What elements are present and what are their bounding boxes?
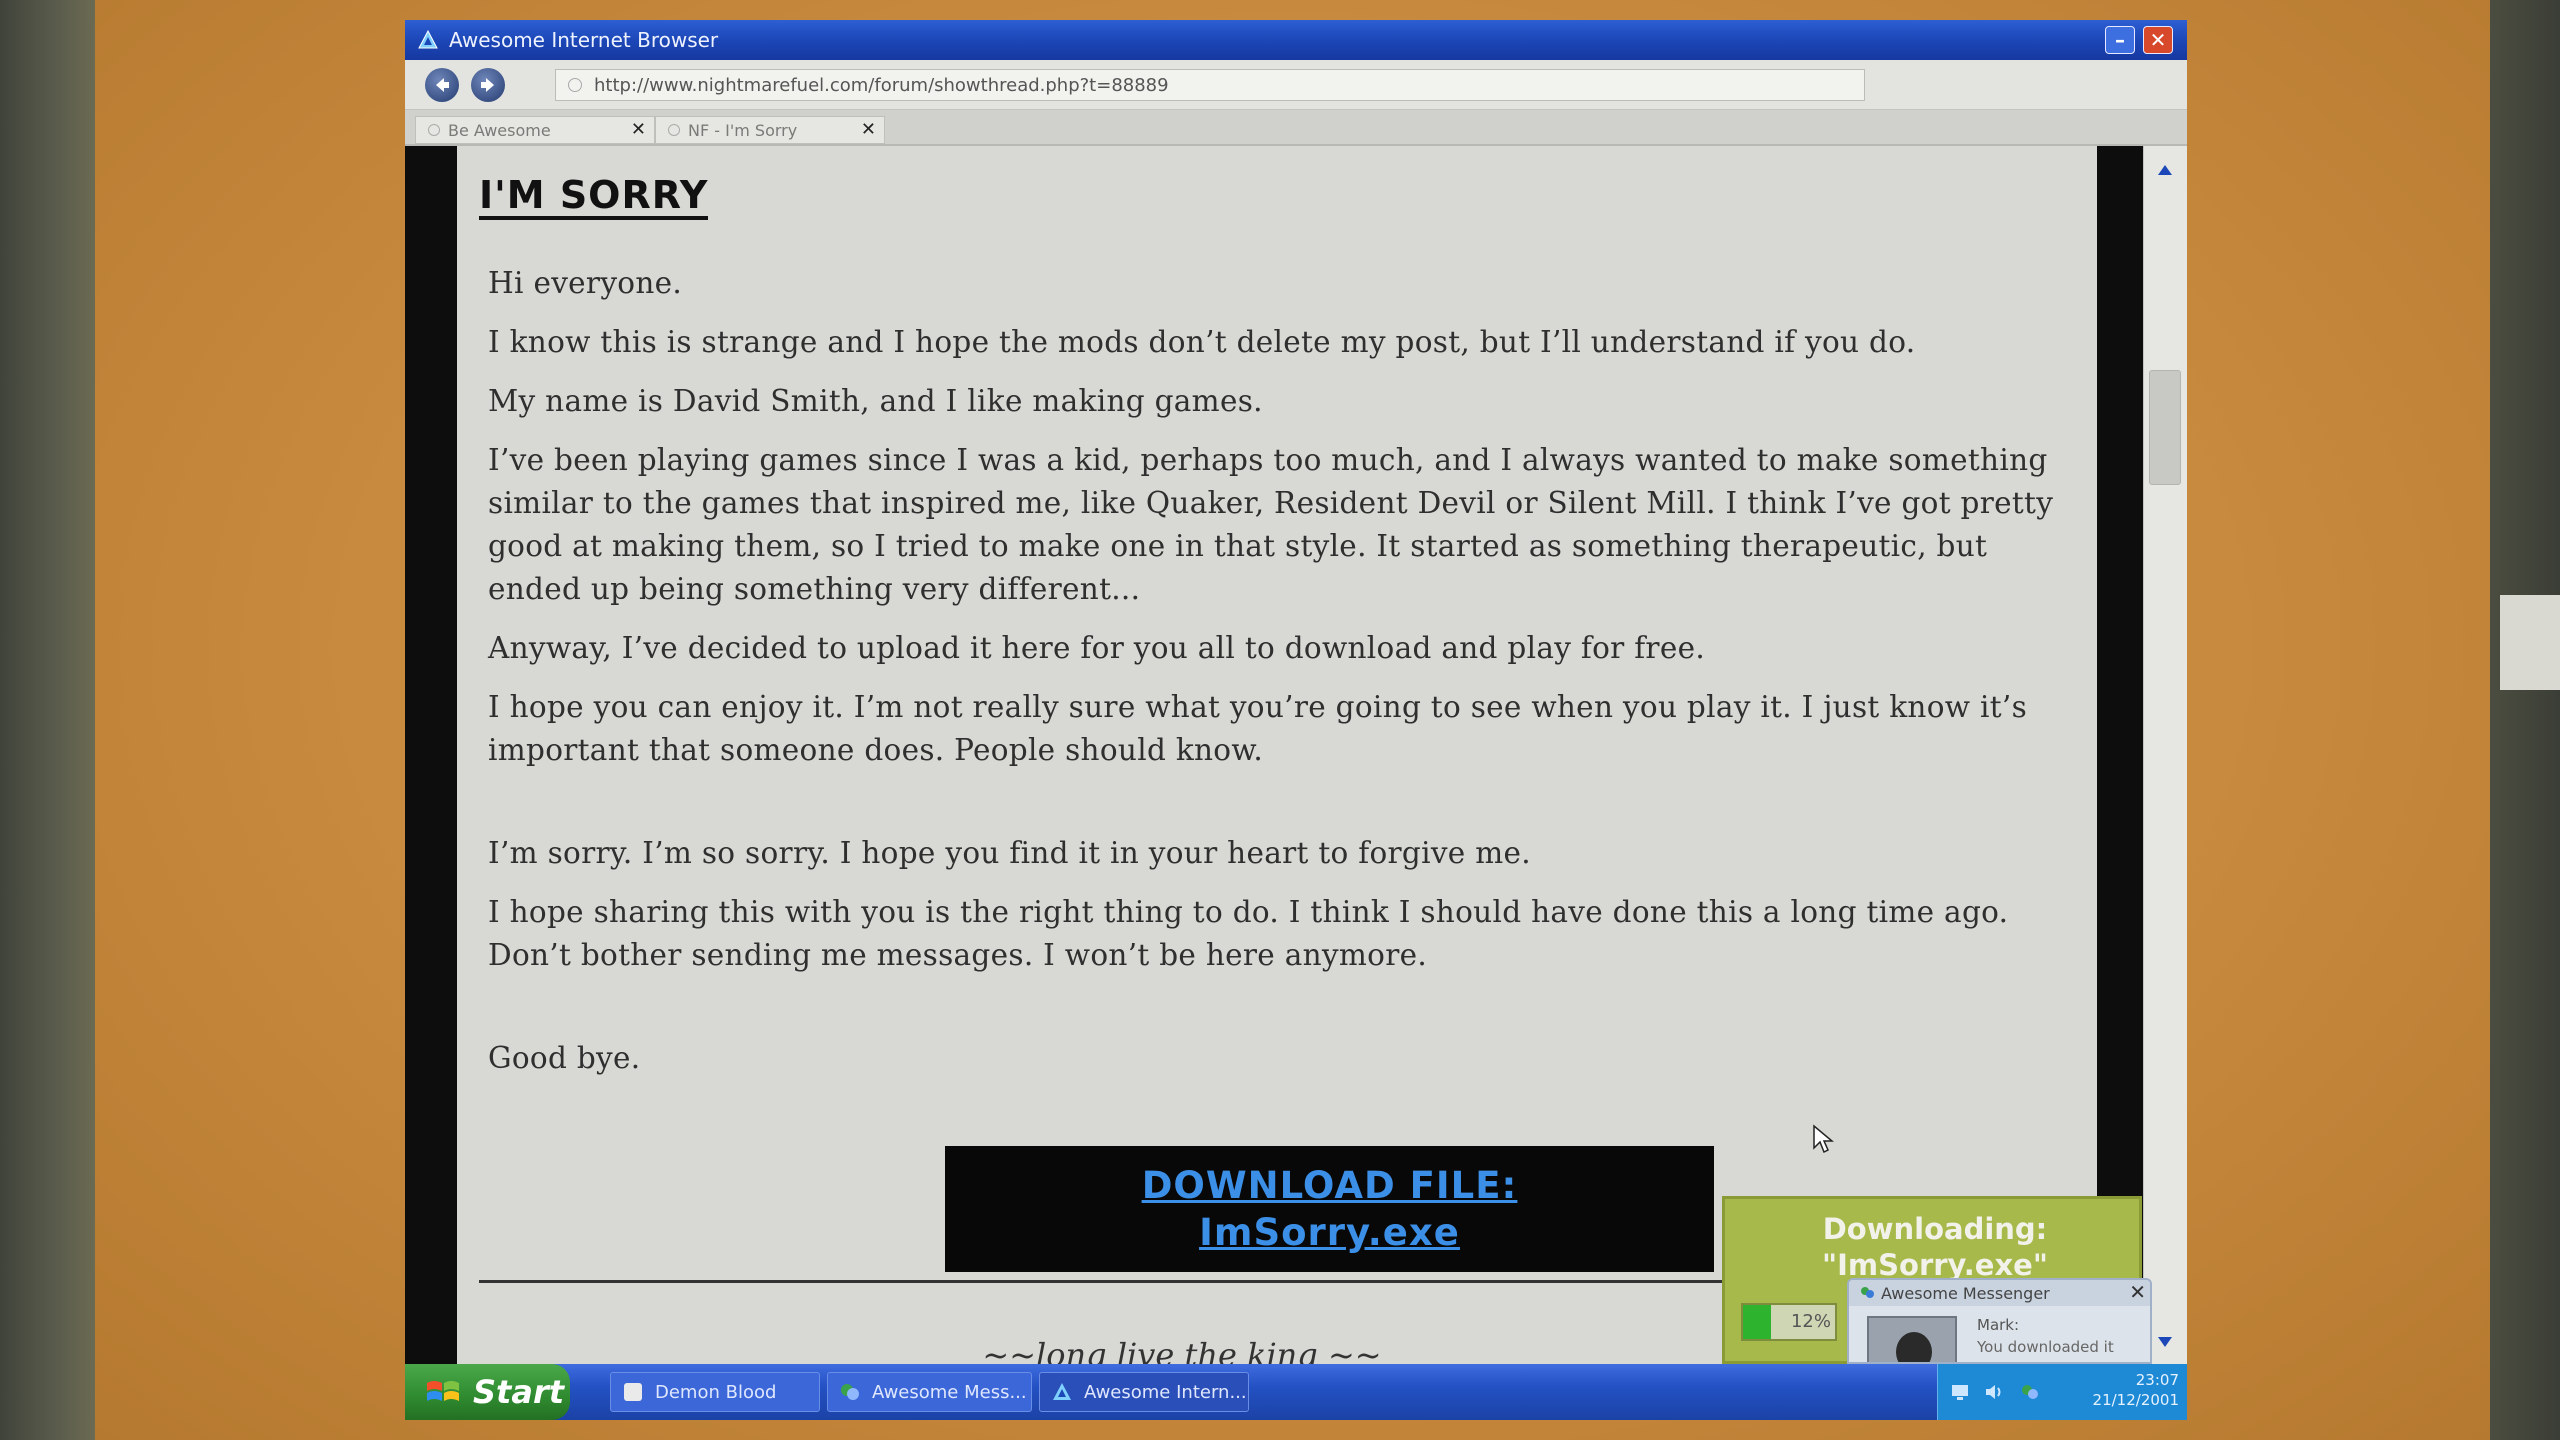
- download-label: DOWNLOAD FILE:: [1141, 1164, 1518, 1207]
- tab-favicon-icon: [668, 124, 680, 136]
- network-icon[interactable]: [1948, 1380, 1972, 1404]
- tab-close-icon[interactable]: ✕: [861, 119, 876, 140]
- download-status: Downloading: "ImSorry.exe": [1725, 1211, 2145, 1283]
- browser-toolbar: http://www.nightmarefuel.com/forum/showt…: [405, 60, 2187, 110]
- download-percent: 12%: [1790, 1311, 1831, 1332]
- clock-date: 21/12/2001: [2092, 1391, 2179, 1409]
- browser-logo-icon: [417, 29, 439, 51]
- scrollbar-thumb[interactable]: [2149, 370, 2181, 485]
- post-paragraph: I’ve been playing games since I was a ki…: [488, 443, 2054, 606]
- monitor-screen: Awesome Internet Browser – ✕ http://www.…: [405, 20, 2187, 1420]
- download-file-link[interactable]: DOWNLOAD FILE: ImSorry.exe: [945, 1146, 1714, 1272]
- browser-logo-icon: [1050, 1380, 1074, 1404]
- browser-titlebar[interactable]: Awesome Internet Browser – ✕: [405, 20, 2187, 60]
- taskbar-item-demon-blood[interactable]: Demon Blood: [610, 1372, 820, 1412]
- taskbar-item-label: Awesome Mess...: [872, 1381, 1027, 1403]
- messenger-preview: You downloaded it: [1977, 1338, 2114, 1356]
- mouse-cursor-icon: [1813, 1124, 1834, 1154]
- taskbar-clock[interactable]: 23:07 21/12/2001: [2093, 1370, 2179, 1410]
- start-label: Start: [473, 1373, 565, 1411]
- start-button[interactable]: Start: [405, 1364, 570, 1420]
- post-paragraph: Hi everyone.: [488, 266, 683, 300]
- forward-button[interactable]: [471, 68, 505, 102]
- page-icon: [568, 78, 582, 92]
- taskbar-item-label: Demon Blood: [655, 1381, 777, 1403]
- tab-be-awesome[interactable]: Be Awesome ✕: [415, 116, 655, 144]
- post-body: Hi everyone. I know this is strange and …: [488, 262, 2068, 1096]
- game-window-icon: [621, 1380, 645, 1404]
- arrow-right-icon: [481, 78, 494, 92]
- room-window-light: [2500, 595, 2560, 690]
- messenger-header: Awesome Messenger ✕: [1849, 1280, 2150, 1306]
- vertical-scrollbar[interactable]: [2143, 146, 2187, 1364]
- volume-icon[interactable]: [1982, 1380, 2006, 1404]
- messenger-icon: [1859, 1285, 1875, 1301]
- post-paragraph: I hope you can enjoy it. I’m not really …: [488, 690, 2028, 767]
- close-window-button[interactable]: ✕: [2143, 26, 2173, 54]
- post-paragraph: Anyway, I’ve decided to upload it here f…: [488, 631, 1706, 665]
- close-icon: ✕: [2149, 28, 2167, 52]
- browser-window: Awesome Internet Browser – ✕ http://www.…: [405, 20, 2187, 1364]
- post-paragraph: Good bye.: [488, 1041, 641, 1075]
- triangle-down-icon: [2158, 1337, 2172, 1347]
- arrow-left-icon: [436, 78, 449, 92]
- taskbar-item-label: Awesome Intern...: [1084, 1381, 1247, 1403]
- room-wall-left: [0, 0, 95, 1440]
- browser-title: Awesome Internet Browser: [449, 28, 719, 52]
- post-paragraph: I know this is strange and I hope the mo…: [488, 325, 1916, 359]
- tab-label: NF - I'm Sorry: [688, 120, 798, 140]
- scroll-up-button[interactable]: [2153, 158, 2177, 182]
- messenger-close-icon[interactable]: ✕: [2129, 1280, 2146, 1304]
- download-progress-fill: [1743, 1305, 1771, 1339]
- room-wall-right: [2490, 0, 2560, 1440]
- back-button[interactable]: [425, 68, 459, 102]
- post-signature: ~~long live the king ~~: [982, 1336, 1382, 1364]
- forum-post-page: I'M SORRY Hi everyone. I know this is st…: [457, 146, 2097, 1364]
- page-margin-left: [405, 146, 457, 1364]
- clock-time: 23:07: [2135, 1371, 2179, 1389]
- download-filename: ImSorry.exe: [1199, 1211, 1460, 1254]
- system-tray: 23:07 21/12/2001: [1937, 1364, 2187, 1420]
- download-status-label: Downloading:: [1822, 1212, 2048, 1246]
- tab-favicon-icon: [428, 124, 440, 136]
- avatar: [1867, 1316, 1957, 1362]
- download-progress-bar: 12%: [1741, 1303, 1837, 1341]
- messenger-icon[interactable]: [2018, 1380, 2042, 1404]
- minimize-icon: –: [2115, 28, 2125, 52]
- windows-flag-icon: [427, 1381, 459, 1401]
- taskbar-item-messenger[interactable]: Awesome Mess...: [827, 1372, 1032, 1412]
- tab-nf-im-sorry[interactable]: NF - I'm Sorry ✕: [655, 116, 885, 144]
- page-margin-right: [2097, 146, 2143, 1364]
- messenger-sender: Mark:: [1977, 1316, 2020, 1334]
- post-paragraph: I’m sorry. I’m so sorry. I hope you find…: [488, 836, 1531, 870]
- messenger-notification[interactable]: Awesome Messenger ✕ Mark: You downloaded…: [1847, 1278, 2152, 1364]
- scroll-down-button[interactable]: [2153, 1330, 2177, 1354]
- taskbar: Start Demon Blood Awesome Mess... Awesom…: [405, 1364, 2187, 1420]
- tab-close-icon[interactable]: ✕: [631, 119, 646, 140]
- messenger-icon: [838, 1380, 862, 1404]
- triangle-up-icon: [2158, 165, 2172, 175]
- post-paragraph: I hope sharing this with you is the righ…: [488, 895, 2009, 972]
- address-bar[interactable]: http://www.nightmarefuel.com/forum/showt…: [555, 69, 1865, 101]
- tab-label: Be Awesome: [448, 120, 551, 140]
- minimize-button[interactable]: –: [2105, 26, 2135, 54]
- tab-bar: Be Awesome ✕ NF - I'm Sorry ✕: [405, 110, 2187, 146]
- address-url: http://www.nightmarefuel.com/forum/showt…: [594, 74, 1169, 96]
- post-title: I'M SORRY: [479, 174, 709, 220]
- messenger-title: Awesome Messenger: [1881, 1283, 2050, 1303]
- post-paragraph: My name is David Smith, and I like makin…: [488, 384, 1263, 418]
- taskbar-item-browser[interactable]: Awesome Intern...: [1039, 1372, 1249, 1412]
